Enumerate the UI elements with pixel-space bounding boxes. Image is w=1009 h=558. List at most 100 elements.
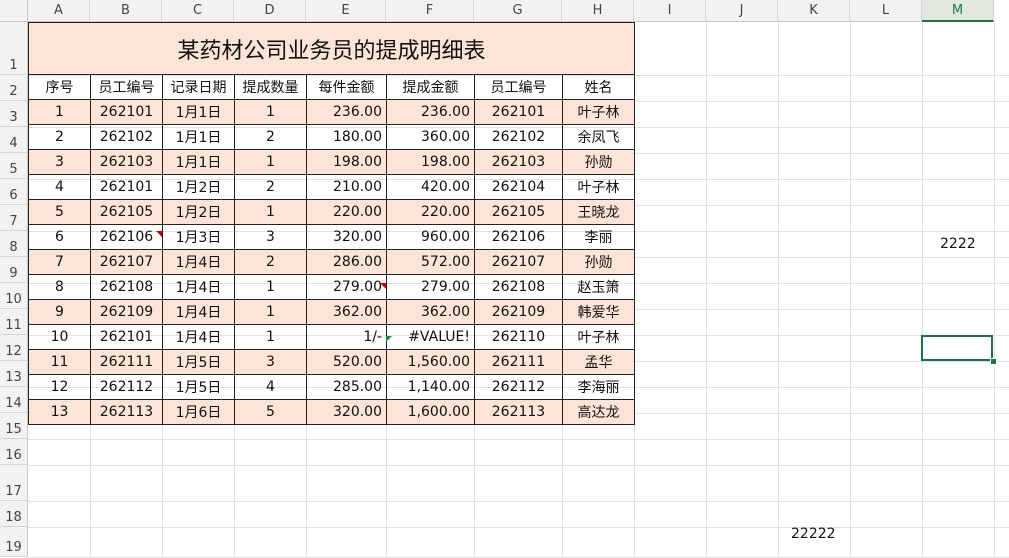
table-cell[interactable]: 1 (28, 99, 91, 125)
table-cell[interactable]: 6 (28, 224, 91, 250)
table-cell[interactable]: 262107 (474, 249, 563, 275)
table-cell[interactable]: 2 (28, 124, 91, 150)
row-header[interactable]: 19 (0, 527, 28, 557)
table-cell[interactable]: 1月3日 (162, 224, 235, 250)
table-cell[interactable]: 1 (234, 99, 307, 125)
table-cell[interactable]: 1 (234, 324, 307, 350)
table-cell[interactable]: 286.00 (306, 249, 387, 275)
column-header[interactable]: G (474, 0, 562, 22)
table-cell[interactable]: 262106 (90, 224, 163, 250)
table-cell[interactable]: 12 (28, 374, 91, 400)
table-cell[interactable]: 1月2日 (162, 199, 235, 225)
table-cell[interactable]: 李海丽 (561, 374, 636, 400)
table-cell[interactable]: 220.00 (306, 199, 387, 225)
table-cell[interactable]: 960.00 (386, 224, 475, 250)
table-cell[interactable]: 叶子林 (561, 174, 636, 200)
header-cell[interactable]: 每件金额 (306, 74, 387, 100)
table-cell[interactable]: 1 (234, 299, 307, 325)
column-header[interactable]: A (28, 0, 90, 22)
table-cell[interactable]: 孟华 (561, 349, 636, 375)
table-cell[interactable]: 1 (234, 149, 307, 175)
table-cell[interactable]: 13 (28, 399, 91, 425)
table-cell[interactable]: 李丽 (561, 224, 636, 250)
table-cell[interactable]: 1月4日 (162, 249, 235, 275)
table-cell[interactable]: 1月5日 (162, 374, 235, 400)
column-header[interactable]: D (234, 0, 306, 22)
row-header[interactable]: 11 (0, 309, 28, 335)
table-cell[interactable]: 1,560.00 (386, 349, 475, 375)
table-title[interactable]: 某药材公司业务员的提成明细表 (27, 22, 636, 75)
table-cell[interactable]: 262108 (474, 274, 563, 300)
table-cell[interactable]: 262102 (90, 124, 163, 150)
table-cell[interactable]: 262101 (90, 99, 163, 125)
table-cell[interactable]: 362.00 (386, 299, 475, 325)
row-header[interactable]: 4 (0, 127, 28, 153)
row-header[interactable]: 16 (0, 439, 28, 465)
table-cell[interactable]: 320.00 (306, 399, 387, 425)
header-cell[interactable]: 提成数量 (234, 74, 307, 100)
row-header[interactable]: 17 (0, 465, 28, 501)
active-cell-selection[interactable] (921, 335, 993, 361)
table-cell[interactable]: 180.00 (306, 124, 387, 150)
column-header[interactable]: E (306, 0, 386, 22)
header-cell[interactable]: 提成金额 (386, 74, 475, 100)
table-cell[interactable]: 262110 (474, 324, 563, 350)
table-cell[interactable]: 262112 (90, 374, 163, 400)
table-cell[interactable]: 1月4日 (162, 299, 235, 325)
table-cell[interactable]: 262112 (474, 374, 563, 400)
table-cell[interactable]: 262113 (474, 399, 563, 425)
table-cell[interactable]: 262101 (90, 174, 163, 200)
column-header[interactable]: K (778, 0, 850, 22)
table-cell[interactable]: 叶子林 (561, 99, 636, 125)
table-cell[interactable]: 262103 (90, 149, 163, 175)
table-cell[interactable]: 4 (234, 374, 307, 400)
table-cell[interactable]: #VALUE! (386, 324, 475, 350)
row-header[interactable]: 1 (0, 22, 28, 75)
column-header[interactable]: C (162, 0, 234, 22)
table-cell[interactable]: 1 (234, 274, 307, 300)
table-cell[interactable]: 1月4日 (162, 274, 235, 300)
table-cell[interactable]: 572.00 (386, 249, 475, 275)
table-cell[interactable]: 285.00 (306, 374, 387, 400)
table-cell[interactable]: 262113 (90, 399, 163, 425)
table-cell[interactable]: 1/- (306, 324, 387, 350)
table-cell[interactable]: 262111 (90, 349, 163, 375)
row-header[interactable]: 10 (0, 283, 28, 309)
table-cell[interactable]: 1月1日 (162, 99, 235, 125)
table-cell[interactable]: 279.00 (306, 274, 387, 300)
table-cell[interactable]: 1月4日 (162, 324, 235, 350)
table-cell[interactable]: 1月1日 (162, 149, 235, 175)
column-header[interactable]: J (706, 0, 778, 22)
table-cell[interactable]: 320.00 (306, 224, 387, 250)
row-header[interactable]: 9 (0, 257, 28, 283)
table-cell[interactable]: 3 (234, 224, 307, 250)
table-cell[interactable]: 262103 (474, 149, 563, 175)
table-cell[interactable]: 2 (234, 174, 307, 200)
cell-k19[interactable]: 22222 (791, 526, 836, 542)
row-header[interactable]: 2 (0, 75, 28, 101)
table-cell[interactable]: 赵玉箫 (561, 274, 636, 300)
header-cell[interactable]: 记录日期 (162, 74, 235, 100)
table-cell[interactable]: 余凤飞 (561, 124, 636, 150)
table-cell[interactable]: 262109 (474, 299, 563, 325)
table-cell[interactable]: 1月2日 (162, 174, 235, 200)
table-cell[interactable]: 262102 (474, 124, 563, 150)
table-cell[interactable]: 2 (234, 124, 307, 150)
table-cell[interactable]: 262106 (474, 224, 563, 250)
column-header[interactable]: B (90, 0, 162, 22)
table-cell[interactable]: 7 (28, 249, 91, 275)
table-cell[interactable]: 高达龙 (561, 399, 636, 425)
table-cell[interactable]: 520.00 (306, 349, 387, 375)
table-cell[interactable]: 198.00 (386, 149, 475, 175)
table-cell[interactable]: 279.00 (386, 274, 475, 300)
table-cell[interactable]: 5 (234, 399, 307, 425)
table-cell[interactable]: 叶子林 (561, 324, 636, 350)
table-cell[interactable]: 1,600.00 (386, 399, 475, 425)
table-cell[interactable]: 1月1日 (162, 124, 235, 150)
table-cell[interactable]: 3 (28, 149, 91, 175)
table-cell[interactable]: 262105 (474, 199, 563, 225)
table-cell[interactable]: 2 (234, 249, 307, 275)
table-cell[interactable]: 韩爱华 (561, 299, 636, 325)
column-header[interactable]: M (922, 0, 994, 22)
header-cell[interactable]: 序号 (28, 74, 91, 100)
